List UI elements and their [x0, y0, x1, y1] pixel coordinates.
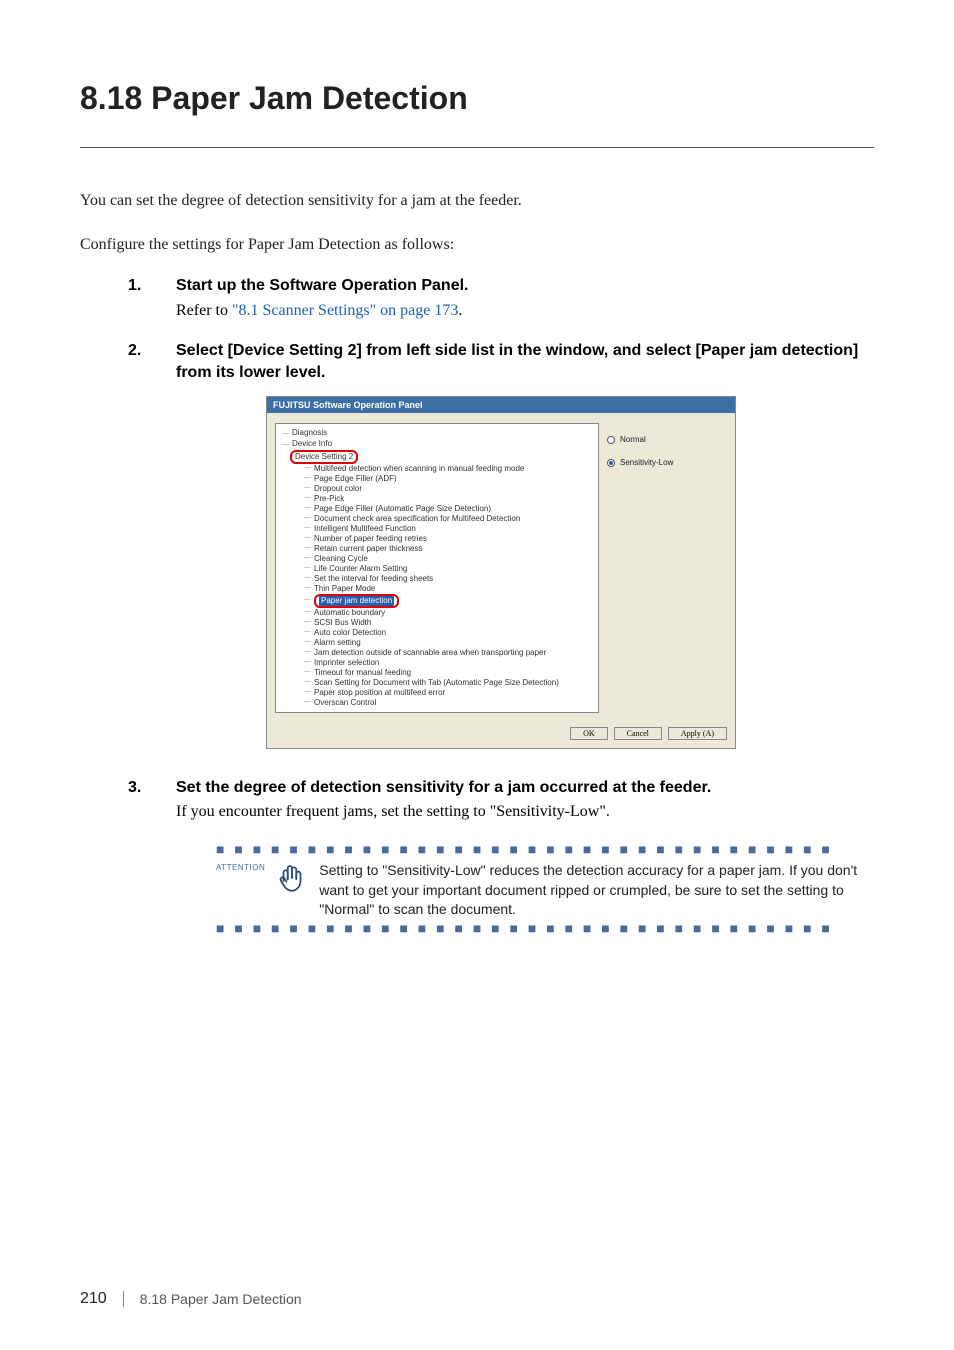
step-1-number: 1. [128, 277, 176, 295]
scanner-settings-link[interactable]: "8.1 Scanner Settings" on page 173 [232, 302, 458, 319]
step-1-body: Refer to "8.1 Scanner Settings" on page … [176, 302, 874, 320]
tree-item: Auto color Detection [314, 628, 386, 638]
footer-section: 8.18 Paper Jam Detection [140, 1291, 302, 1307]
footer-divider [123, 1291, 124, 1307]
tree-item: Scan Setting for Document with Tab (Auto… [314, 678, 559, 688]
radio-low-icon [607, 459, 615, 467]
page-footer: 210 8.18 Paper Jam Detection [80, 1290, 302, 1308]
tree-paper-jam-highlight: Paper jam detection [319, 596, 394, 606]
tree-item: Multifeed detection when scanning in man… [314, 464, 524, 474]
tree-item: Number of paper feeding retries [314, 534, 427, 544]
tree-item: Pre-Pick [314, 494, 344, 504]
tree-item: Page Edge Filler (ADF) [314, 474, 397, 484]
tree-item: Imprinter selection [314, 658, 379, 668]
tree-item: Thin Paper Mode [314, 584, 375, 594]
step-1-heading: Start up the Software Operation Panel. [176, 275, 469, 297]
step-1-body-post: . [458, 302, 462, 319]
settings-tree: —Diagnosis —Device Info Device Setting 2… [275, 423, 599, 713]
apply-button[interactable]: Apply (A) [668, 727, 727, 740]
intro-paragraph-2: Configure the settings for Paper Jam Det… [80, 232, 874, 258]
tree-item: Jam detection outside of scannable area … [314, 648, 546, 658]
attention-block: ■ ■ ■ ■ ■ ■ ■ ■ ■ ■ ■ ■ ■ ■ ■ ■ ■ ■ ■ ■ … [216, 841, 874, 936]
page-title: 8.18 Paper Jam Detection [80, 80, 874, 117]
tree-item: Set the interval for feeding sheets [314, 574, 433, 584]
attention-text: Setting to "Sensitivity-Low" reduces the… [319, 861, 874, 920]
attention-hand-icon [275, 861, 309, 895]
attention-top-bar: ■ ■ ■ ■ ■ ■ ■ ■ ■ ■ ■ ■ ■ ■ ■ ■ ■ ■ ■ ■ … [216, 841, 874, 857]
radio-panel: Normal Sensitivity-Low [607, 423, 727, 713]
radio-normal-label: Normal [620, 435, 646, 444]
tree-device-setting-2-highlight: Device Setting 2 [290, 450, 358, 464]
page-number: 210 [80, 1290, 107, 1308]
tree-item: SCSI Bus Width [314, 618, 371, 628]
tree-item: Page Edge Filler (Automatic Page Size De… [314, 504, 491, 514]
step-3: 3. Set the degree of detection sensitivi… [128, 777, 874, 799]
step-3-heading: Set the degree of detection sensitivity … [176, 777, 711, 799]
step-2-number: 2. [128, 342, 176, 360]
tree-item: Dropout color [314, 484, 362, 494]
tree-item: Alarm setting [314, 638, 361, 648]
step-3-number: 3. [128, 779, 176, 797]
attention-label: ATTENTION [216, 861, 265, 872]
title-divider [80, 147, 874, 148]
step-2: 2. Select [Device Setting 2] from left s… [128, 340, 874, 385]
tree-device-info: Device Info [292, 439, 332, 448]
tree-item: Cleaning Cycle [314, 554, 368, 564]
radio-sensitivity-low-row[interactable]: Sensitivity-Low [607, 458, 727, 467]
tree-item: Timeout for manual feeding [314, 668, 411, 678]
tree-item: Life Counter Alarm Setting [314, 564, 407, 574]
step-3-body: If you encounter frequent jams, set the … [176, 803, 874, 821]
intro-paragraph-1: You can set the degree of detection sens… [80, 188, 874, 214]
attention-bottom-bar: ■ ■ ■ ■ ■ ■ ■ ■ ■ ■ ■ ■ ■ ■ ■ ■ ■ ■ ■ ■ … [216, 920, 874, 936]
tree-item: Paper stop position at multifeed error [314, 688, 445, 698]
software-operation-panel-screenshot: FUJITSU Software Operation Panel —Diagno… [266, 396, 736, 749]
radio-normal-row[interactable]: Normal [607, 435, 727, 444]
step-1: 1. Start up the Software Operation Panel… [128, 275, 874, 297]
radio-normal-icon [607, 436, 615, 444]
tree-diagnosis: Diagnosis [292, 428, 327, 437]
tree-item: Intelligent Multifeed Function [314, 524, 416, 534]
tree-item: Document check area specification for Mu… [314, 514, 520, 524]
ok-button[interactable]: OK [570, 727, 608, 740]
radio-low-label: Sensitivity-Low [620, 458, 673, 467]
step-1-body-pre: Refer to [176, 302, 232, 319]
tree-item: Automatic boundary [314, 608, 385, 618]
tree-item: Overscan Control [314, 698, 376, 708]
tree-item: Retain current paper thickness [314, 544, 423, 554]
window-titlebar: FUJITSU Software Operation Panel [267, 397, 735, 413]
step-2-heading: Select [Device Setting 2] from left side… [176, 340, 874, 385]
cancel-button[interactable]: Cancel [614, 727, 662, 740]
